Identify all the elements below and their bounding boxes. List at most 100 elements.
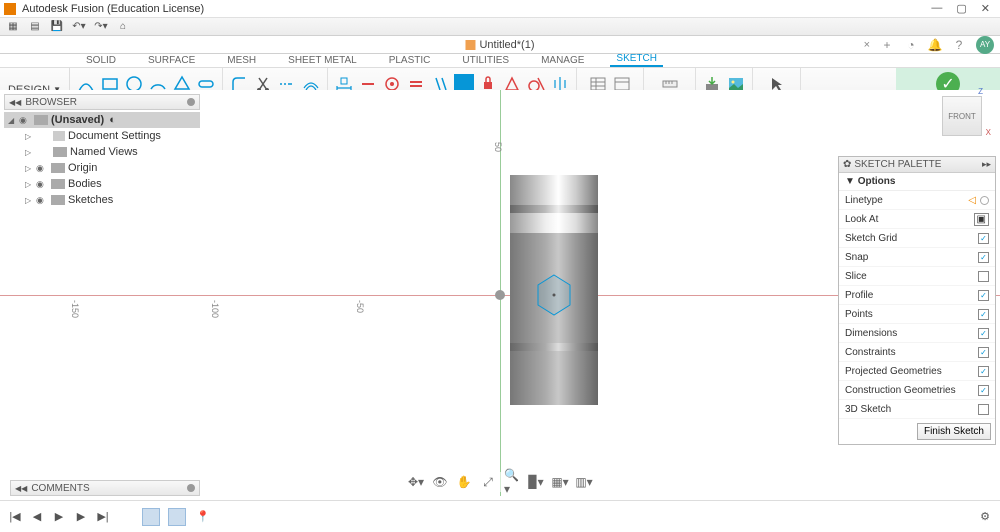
help-icon[interactable]: ?	[952, 38, 966, 52]
tab-sketch[interactable]: SKETCH	[610, 53, 663, 67]
linetype-icons[interactable]: ◁	[968, 195, 989, 206]
fit-icon[interactable]: 🔍▾	[504, 474, 520, 490]
new-tab-button[interactable]: +	[880, 38, 894, 52]
minimize-button[interactable]: —	[931, 2, 942, 15]
checkbox[interactable]: ✓	[978, 233, 989, 244]
ribbon-tabs: SOLID SURFACE MESH SHEET METAL PLASTIC U…	[0, 54, 1000, 68]
palette-row-slice[interactable]: Slice	[839, 267, 995, 286]
view-cube[interactable]: FRONT X Z	[942, 96, 982, 136]
maximize-button[interactable]: ▢	[956, 2, 966, 15]
palette-row-projected-geometries[interactable]: Projected Geometries✓	[839, 362, 995, 381]
tab-solid[interactable]: SOLID	[80, 55, 122, 67]
ruler-n50: -50	[355, 300, 365, 313]
checkbox[interactable]: ✓	[978, 385, 989, 396]
tab-manage[interactable]: MANAGE	[535, 55, 590, 67]
palette-row-look-at[interactable]: Look At▣	[839, 210, 995, 229]
look-at-icon[interactable]: ▣	[974, 213, 989, 226]
home-icon[interactable]: ⌂	[116, 20, 130, 34]
document-name: Untitled*(1)	[479, 39, 534, 51]
tree-item-sketches[interactable]: ▷◉Sketches	[4, 192, 200, 208]
timeline-end-icon[interactable]: ▶|	[96, 510, 110, 524]
ruler-p50: 50	[493, 142, 503, 152]
origin-point-icon	[495, 290, 505, 300]
sketch-hexagon[interactable]	[534, 273, 574, 317]
grid-icon[interactable]: ▦▾	[552, 474, 568, 490]
comments-options-icon[interactable]	[187, 484, 195, 492]
timeline-settings-icon[interactable]: ⚙	[978, 510, 992, 524]
checkbox[interactable]: ✓	[978, 366, 989, 377]
user-avatar[interactable]: AY	[976, 36, 994, 54]
palette-row-linetype[interactable]: Linetype◁	[839, 191, 995, 210]
checkbox[interactable]	[978, 271, 989, 282]
browser-panel: ◀◀ BROWSER ◢◉ (Unsaved) ◐ ▷Document Sett…	[4, 94, 200, 210]
tree-item-document-settings[interactable]: ▷Document Settings	[4, 128, 200, 144]
ruler-n100: -100	[210, 300, 220, 318]
viewcube-x-axis: X	[986, 128, 991, 137]
pan-icon[interactable]: ✋	[456, 474, 472, 490]
extensions-icon[interactable]: ◔	[904, 38, 918, 52]
redo-icon[interactable]: ↷▾	[94, 20, 108, 34]
palette-header[interactable]: ✿ SKETCH PALETTE ▸▸	[839, 157, 995, 173]
title-bar: Autodesk Fusion (Education License) — ▢ …	[0, 0, 1000, 18]
timeline-start-icon[interactable]: |◀	[8, 510, 22, 524]
tab-mesh[interactable]: MESH	[221, 55, 262, 67]
tree-item-named-views[interactable]: ▷Named Views	[4, 144, 200, 160]
timeline-feature-3[interactable]: 📍	[194, 508, 212, 526]
notifications-icon[interactable]: 🔔	[928, 38, 942, 52]
timeline-prev-icon[interactable]: ◀	[30, 510, 44, 524]
tab-utilities[interactable]: UTILITIES	[456, 55, 515, 67]
close-tab-icon[interactable]: ×	[864, 39, 870, 51]
browser-header[interactable]: ◀◀ BROWSER	[4, 94, 200, 110]
palette-row-sketch-grid[interactable]: Sketch Grid✓	[839, 229, 995, 248]
palette-row-label: Points	[845, 309, 978, 320]
tab-surface[interactable]: SURFACE	[142, 55, 201, 67]
zoom-icon[interactable]: ⤢	[480, 474, 496, 490]
palette-row-construction-geometries[interactable]: Construction Geometries✓	[839, 381, 995, 400]
finish-sketch-palette-button[interactable]: Finish Sketch	[917, 423, 991, 440]
checkbox[interactable]: ✓	[978, 252, 989, 263]
timeline-feature-1[interactable]	[142, 508, 160, 526]
palette-row-label: Profile	[845, 290, 978, 301]
look-icon[interactable]: 👁	[432, 474, 448, 490]
palette-title: SKETCH PALETTE	[854, 159, 941, 170]
palette-row-points[interactable]: Points✓	[839, 305, 995, 324]
orbit-icon[interactable]: ✥▾	[408, 474, 424, 490]
viewport-icon[interactable]: ▥▾	[576, 474, 592, 490]
checkbox[interactable]: ✓	[978, 328, 989, 339]
tree-item-origin[interactable]: ▷◉Origin	[4, 160, 200, 176]
app-title: Autodesk Fusion (Education License)	[22, 3, 931, 15]
checkbox[interactable]: ✓	[978, 309, 989, 320]
doc-cube-icon	[465, 40, 475, 50]
file-icon[interactable]: ▤	[28, 20, 42, 34]
browser-options-icon[interactable]	[187, 98, 195, 106]
palette-row-snap[interactable]: Snap✓	[839, 248, 995, 267]
palette-section-options[interactable]: ▼ Options	[839, 173, 995, 191]
pin-icon[interactable]: ▸▸	[982, 159, 991, 170]
palette-row-label: Look At	[845, 214, 974, 225]
tab-plastic[interactable]: PLASTIC	[383, 55, 437, 67]
document-tab[interactable]: Untitled*(1)	[465, 39, 534, 51]
comments-bar[interactable]: ◀◀ COMMENTS	[10, 480, 200, 496]
undo-icon[interactable]: ↶▾	[72, 20, 86, 34]
quick-access-toolbar: ▦ ▤ 💾 ↶▾ ↷▾ ⌂	[0, 18, 1000, 36]
grid-apps-icon[interactable]: ▦	[6, 20, 20, 34]
timeline-next-icon[interactable]: ▶	[74, 510, 88, 524]
tab-sheet-metal[interactable]: SHEET METAL	[282, 55, 363, 67]
palette-row-3d-sketch[interactable]: 3D Sketch	[839, 400, 995, 419]
browser-title: BROWSER	[25, 97, 77, 108]
timeline-feature-2[interactable]	[168, 508, 186, 526]
tree-root[interactable]: ◢◉ (Unsaved) ◐	[4, 112, 200, 128]
palette-row-profile[interactable]: Profile✓	[839, 286, 995, 305]
timeline-play-icon[interactable]: ▶	[52, 510, 66, 524]
close-button[interactable]: ✕	[981, 2, 990, 15]
checkbox[interactable]	[978, 404, 989, 415]
navigation-bar: ✥▾ 👁 ✋ ⤢ 🔍▾ ▉▾ ▦▾ ▥▾	[402, 472, 598, 492]
palette-row-constraints[interactable]: Constraints✓	[839, 343, 995, 362]
display-icon[interactable]: ▉▾	[528, 474, 544, 490]
palette-row-dimensions[interactable]: Dimensions✓	[839, 324, 995, 343]
checkbox[interactable]: ✓	[978, 347, 989, 358]
sketch-palette: ✿ SKETCH PALETTE ▸▸ ▼ Options Linetype◁ …	[838, 156, 996, 445]
checkbox[interactable]: ✓	[978, 290, 989, 301]
tree-item-bodies[interactable]: ▷◉Bodies	[4, 176, 200, 192]
save-icon[interactable]: 💾	[50, 20, 64, 34]
